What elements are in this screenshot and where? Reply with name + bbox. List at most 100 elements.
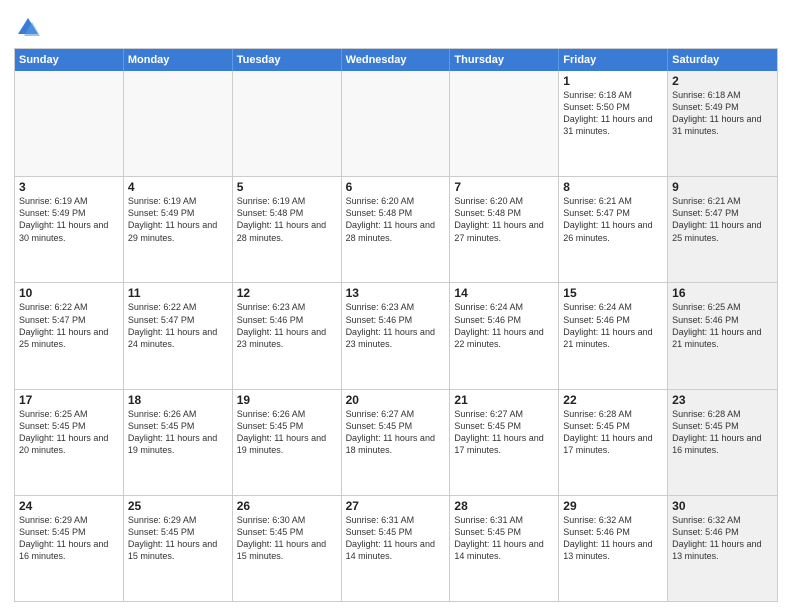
calendar-cell: 26Sunrise: 6:30 AM Sunset: 5:45 PM Dayli… <box>233 496 342 601</box>
calendar-row: 17Sunrise: 6:25 AM Sunset: 5:45 PM Dayli… <box>15 389 777 495</box>
day-number: 26 <box>237 499 337 513</box>
calendar-cell <box>233 71 342 176</box>
day-number: 3 <box>19 180 119 194</box>
calendar-cell <box>342 71 451 176</box>
day-info: Sunrise: 6:27 AM Sunset: 5:45 PM Dayligh… <box>346 408 446 457</box>
day-number: 24 <box>19 499 119 513</box>
day-number: 16 <box>672 286 773 300</box>
day-number: 1 <box>563 74 663 88</box>
calendar-cell: 4Sunrise: 6:19 AM Sunset: 5:49 PM Daylig… <box>124 177 233 282</box>
day-info: Sunrise: 6:28 AM Sunset: 5:45 PM Dayligh… <box>563 408 663 457</box>
day-info: Sunrise: 6:24 AM Sunset: 5:46 PM Dayligh… <box>563 301 663 350</box>
day-number: 8 <box>563 180 663 194</box>
calendar-row: 3Sunrise: 6:19 AM Sunset: 5:49 PM Daylig… <box>15 176 777 282</box>
day-number: 10 <box>19 286 119 300</box>
day-info: Sunrise: 6:28 AM Sunset: 5:45 PM Dayligh… <box>672 408 773 457</box>
calendar-cell: 14Sunrise: 6:24 AM Sunset: 5:46 PM Dayli… <box>450 283 559 388</box>
day-info: Sunrise: 6:31 AM Sunset: 5:45 PM Dayligh… <box>454 514 554 563</box>
day-info: Sunrise: 6:31 AM Sunset: 5:45 PM Dayligh… <box>346 514 446 563</box>
logo-area <box>14 10 46 42</box>
day-info: Sunrise: 6:26 AM Sunset: 5:45 PM Dayligh… <box>237 408 337 457</box>
calendar-cell: 21Sunrise: 6:27 AM Sunset: 5:45 PM Dayli… <box>450 390 559 495</box>
day-info: Sunrise: 6:21 AM Sunset: 5:47 PM Dayligh… <box>672 195 773 244</box>
calendar-cell: 6Sunrise: 6:20 AM Sunset: 5:48 PM Daylig… <box>342 177 451 282</box>
page: SundayMondayTuesdayWednesdayThursdayFrid… <box>0 0 792 612</box>
day-info: Sunrise: 6:18 AM Sunset: 5:50 PM Dayligh… <box>563 89 663 138</box>
calendar-cell: 17Sunrise: 6:25 AM Sunset: 5:45 PM Dayli… <box>15 390 124 495</box>
calendar-cell: 20Sunrise: 6:27 AM Sunset: 5:45 PM Dayli… <box>342 390 451 495</box>
day-number: 13 <box>346 286 446 300</box>
day-number: 14 <box>454 286 554 300</box>
calendar-cell: 28Sunrise: 6:31 AM Sunset: 5:45 PM Dayli… <box>450 496 559 601</box>
calendar-cell: 11Sunrise: 6:22 AM Sunset: 5:47 PM Dayli… <box>124 283 233 388</box>
day-info: Sunrise: 6:32 AM Sunset: 5:46 PM Dayligh… <box>563 514 663 563</box>
day-info: Sunrise: 6:20 AM Sunset: 5:48 PM Dayligh… <box>346 195 446 244</box>
day-number: 19 <box>237 393 337 407</box>
calendar-cell: 9Sunrise: 6:21 AM Sunset: 5:47 PM Daylig… <box>668 177 777 282</box>
day-number: 12 <box>237 286 337 300</box>
calendar-cell: 22Sunrise: 6:28 AM Sunset: 5:45 PM Dayli… <box>559 390 668 495</box>
day-info: Sunrise: 6:19 AM Sunset: 5:49 PM Dayligh… <box>128 195 228 244</box>
day-number: 30 <box>672 499 773 513</box>
day-info: Sunrise: 6:21 AM Sunset: 5:47 PM Dayligh… <box>563 195 663 244</box>
header <box>14 10 778 42</box>
day-number: 6 <box>346 180 446 194</box>
day-number: 11 <box>128 286 228 300</box>
calendar-cell: 1Sunrise: 6:18 AM Sunset: 5:50 PM Daylig… <box>559 71 668 176</box>
weekday-header: Sunday <box>15 49 124 71</box>
calendar-cell: 19Sunrise: 6:26 AM Sunset: 5:45 PM Dayli… <box>233 390 342 495</box>
calendar-cell: 10Sunrise: 6:22 AM Sunset: 5:47 PM Dayli… <box>15 283 124 388</box>
calendar-cell: 12Sunrise: 6:23 AM Sunset: 5:46 PM Dayli… <box>233 283 342 388</box>
calendar-cell <box>450 71 559 176</box>
calendar: SundayMondayTuesdayWednesdayThursdayFrid… <box>14 48 778 602</box>
day-info: Sunrise: 6:18 AM Sunset: 5:49 PM Dayligh… <box>672 89 773 138</box>
weekday-header: Tuesday <box>233 49 342 71</box>
day-info: Sunrise: 6:27 AM Sunset: 5:45 PM Dayligh… <box>454 408 554 457</box>
calendar-cell <box>124 71 233 176</box>
calendar-cell: 24Sunrise: 6:29 AM Sunset: 5:45 PM Dayli… <box>15 496 124 601</box>
day-info: Sunrise: 6:23 AM Sunset: 5:46 PM Dayligh… <box>237 301 337 350</box>
day-number: 4 <box>128 180 228 194</box>
calendar-body: 1Sunrise: 6:18 AM Sunset: 5:50 PM Daylig… <box>15 71 777 601</box>
day-number: 15 <box>563 286 663 300</box>
day-info: Sunrise: 6:29 AM Sunset: 5:45 PM Dayligh… <box>19 514 119 563</box>
calendar-cell: 5Sunrise: 6:19 AM Sunset: 5:48 PM Daylig… <box>233 177 342 282</box>
calendar-cell: 18Sunrise: 6:26 AM Sunset: 5:45 PM Dayli… <box>124 390 233 495</box>
calendar-cell: 15Sunrise: 6:24 AM Sunset: 5:46 PM Dayli… <box>559 283 668 388</box>
day-number: 22 <box>563 393 663 407</box>
calendar-cell: 30Sunrise: 6:32 AM Sunset: 5:46 PM Dayli… <box>668 496 777 601</box>
day-number: 5 <box>237 180 337 194</box>
day-info: Sunrise: 6:22 AM Sunset: 5:47 PM Dayligh… <box>128 301 228 350</box>
day-info: Sunrise: 6:26 AM Sunset: 5:45 PM Dayligh… <box>128 408 228 457</box>
day-number: 27 <box>346 499 446 513</box>
weekday-header: Thursday <box>450 49 559 71</box>
calendar-cell: 13Sunrise: 6:23 AM Sunset: 5:46 PM Dayli… <box>342 283 451 388</box>
weekday-header: Wednesday <box>342 49 451 71</box>
calendar-row: 1Sunrise: 6:18 AM Sunset: 5:50 PM Daylig… <box>15 71 777 176</box>
weekday-header: Friday <box>559 49 668 71</box>
day-info: Sunrise: 6:25 AM Sunset: 5:45 PM Dayligh… <box>19 408 119 457</box>
day-info: Sunrise: 6:25 AM Sunset: 5:46 PM Dayligh… <box>672 301 773 350</box>
calendar-cell: 25Sunrise: 6:29 AM Sunset: 5:45 PM Dayli… <box>124 496 233 601</box>
calendar-cell: 7Sunrise: 6:20 AM Sunset: 5:48 PM Daylig… <box>450 177 559 282</box>
day-info: Sunrise: 6:22 AM Sunset: 5:47 PM Dayligh… <box>19 301 119 350</box>
calendar-header: SundayMondayTuesdayWednesdayThursdayFrid… <box>15 49 777 71</box>
day-number: 20 <box>346 393 446 407</box>
day-info: Sunrise: 6:20 AM Sunset: 5:48 PM Dayligh… <box>454 195 554 244</box>
day-info: Sunrise: 6:24 AM Sunset: 5:46 PM Dayligh… <box>454 301 554 350</box>
day-number: 28 <box>454 499 554 513</box>
day-number: 9 <box>672 180 773 194</box>
day-number: 21 <box>454 393 554 407</box>
day-info: Sunrise: 6:19 AM Sunset: 5:49 PM Dayligh… <box>19 195 119 244</box>
weekday-header: Saturday <box>668 49 777 71</box>
calendar-cell <box>15 71 124 176</box>
day-number: 18 <box>128 393 228 407</box>
calendar-cell: 2Sunrise: 6:18 AM Sunset: 5:49 PM Daylig… <box>668 71 777 176</box>
logo-icon <box>14 14 42 42</box>
calendar-cell: 8Sunrise: 6:21 AM Sunset: 5:47 PM Daylig… <box>559 177 668 282</box>
calendar-cell: 29Sunrise: 6:32 AM Sunset: 5:46 PM Dayli… <box>559 496 668 601</box>
calendar-cell: 23Sunrise: 6:28 AM Sunset: 5:45 PM Dayli… <box>668 390 777 495</box>
calendar-cell: 3Sunrise: 6:19 AM Sunset: 5:49 PM Daylig… <box>15 177 124 282</box>
calendar-cell: 16Sunrise: 6:25 AM Sunset: 5:46 PM Dayli… <box>668 283 777 388</box>
day-info: Sunrise: 6:32 AM Sunset: 5:46 PM Dayligh… <box>672 514 773 563</box>
